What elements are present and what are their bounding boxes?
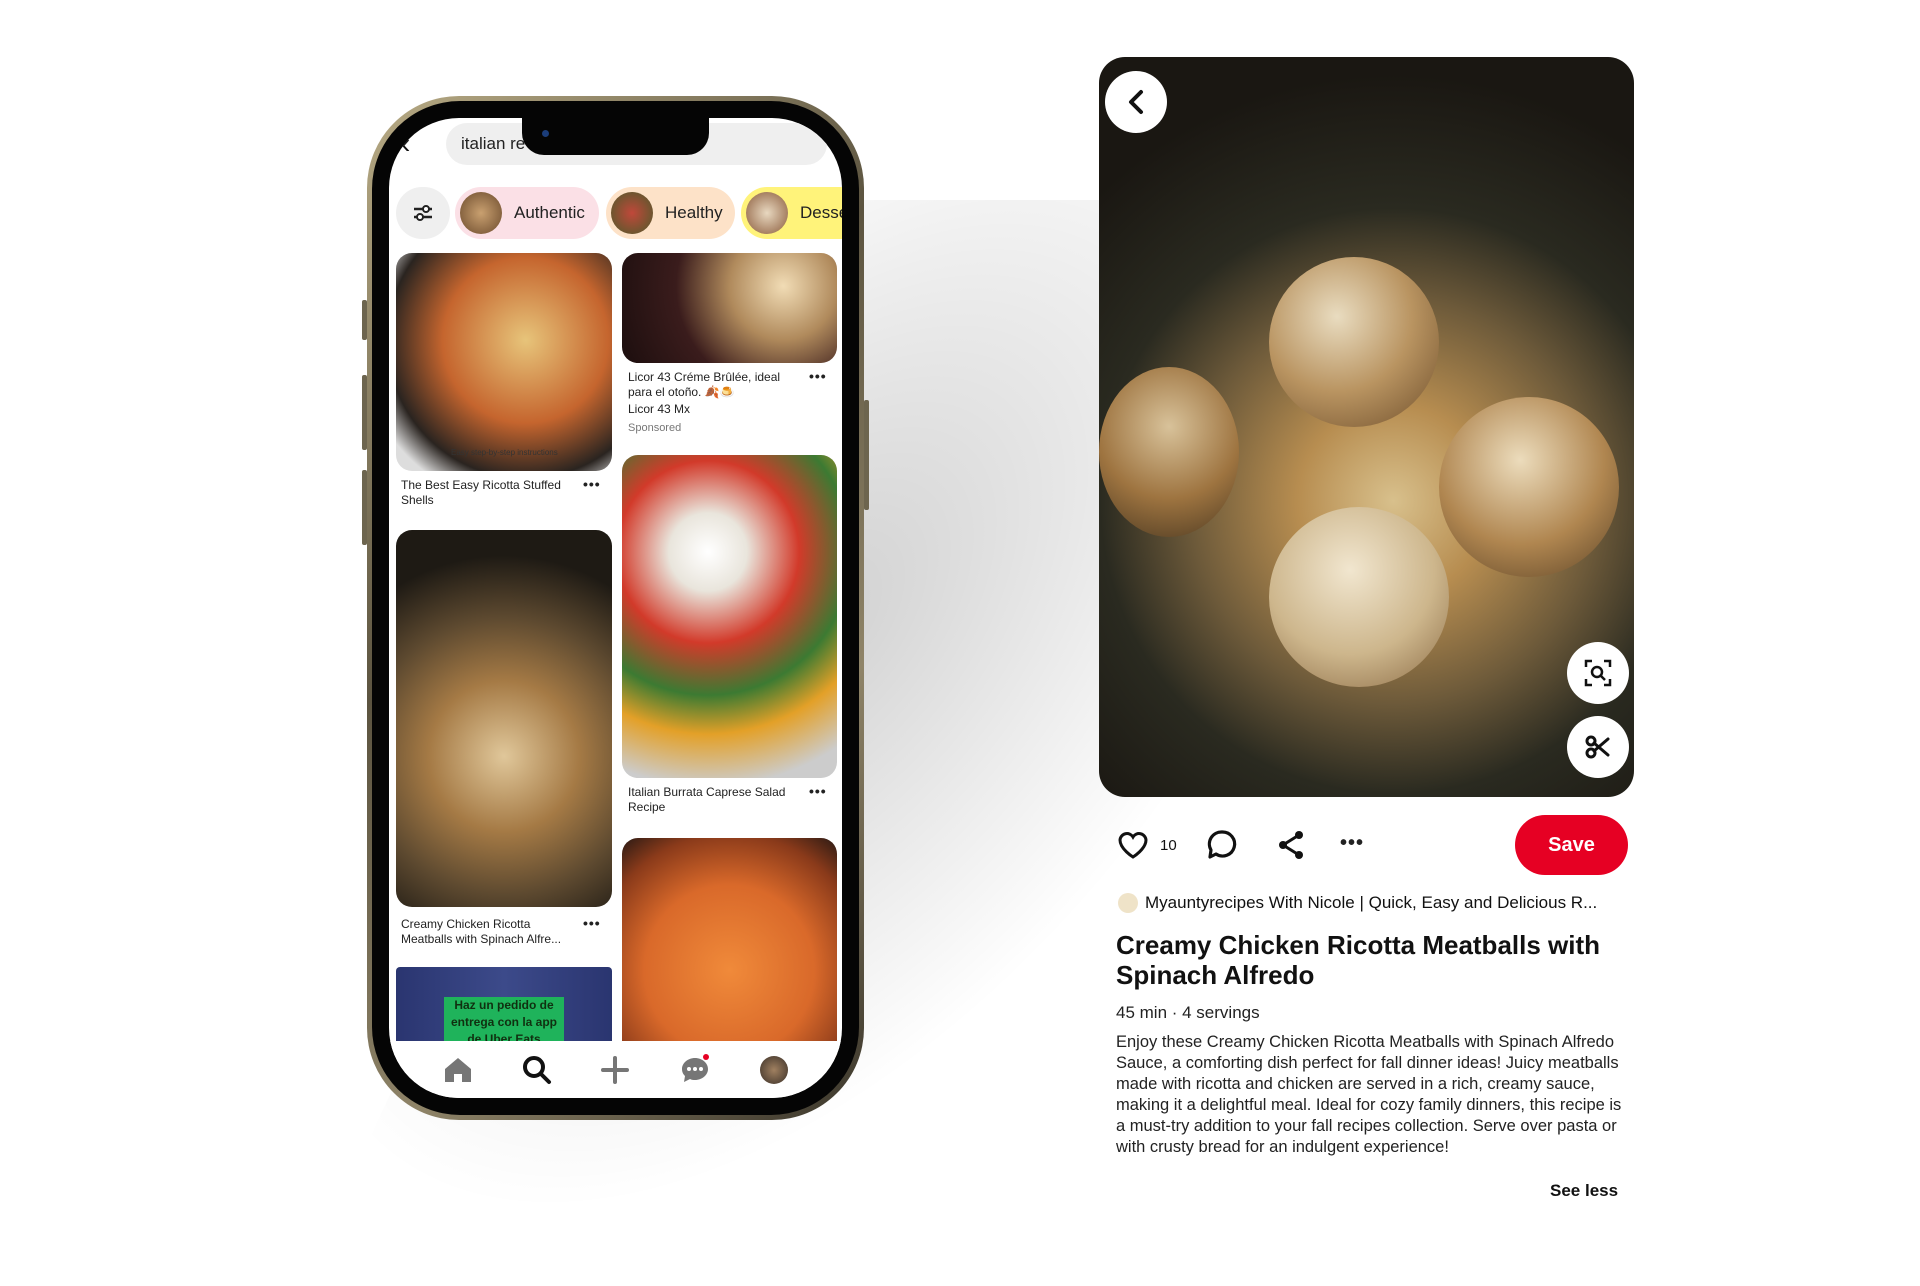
pin-image-pasta[interactable]: [622, 838, 837, 1058]
pin-image-licor43[interactable]: [622, 253, 837, 363]
meatball: [1439, 397, 1619, 577]
more-icon[interactable]: •••: [809, 368, 827, 384]
chip-label: Authentic: [514, 203, 585, 222]
like-count: 10: [1160, 837, 1177, 854]
pin-title[interactable]: Licor 43 Créme Brûlée, ideal para el oto…: [628, 370, 798, 400]
pin-image-meatballs[interactable]: [396, 530, 612, 907]
sponsored-badge: Sponsored: [628, 422, 682, 434]
more-icon[interactable]: •••: [809, 783, 827, 799]
meatball: [1269, 507, 1449, 687]
chip-dessert[interactable]: Desse: [741, 187, 842, 239]
bottom-nav: [389, 1041, 842, 1098]
chip-label: Healthy: [665, 203, 723, 222]
plus-icon[interactable]: [600, 1055, 630, 1085]
chip-thumbnail: [611, 192, 653, 234]
recipe-meta: 45 min · 4 servings: [1116, 1003, 1260, 1022]
phone-screen: italian re ‹ Authentic Healthy Desse Eas…: [389, 118, 842, 1098]
home-icon[interactable]: [443, 1056, 473, 1084]
lens-icon: [1584, 659, 1612, 687]
search-icon[interactable]: [522, 1055, 552, 1085]
more-options-icon[interactable]: •••: [1340, 832, 1364, 855]
scissors-icon: [1585, 735, 1610, 759]
filter-button[interactable]: [396, 187, 450, 239]
see-less-link[interactable]: See less: [1550, 1181, 1618, 1201]
pin-title[interactable]: The Best Easy Ricotta Stuffed Shells: [401, 478, 561, 508]
pin-source[interactable]: Licor 43 Mx: [628, 402, 690, 417]
image-overlay-text: Easy step-by-step instructions: [451, 448, 558, 457]
chip-label: Desse: [800, 203, 842, 222]
ad-text: Haz un pedido de entrega con la app de U…: [444, 997, 564, 1041]
camera-icon: [542, 130, 549, 137]
chip-authentic[interactable]: Authentic: [455, 187, 599, 239]
cutout-button[interactable]: [1567, 716, 1629, 778]
pin-image-caprese[interactable]: [622, 455, 837, 778]
back-button[interactable]: [1105, 71, 1167, 133]
pin-title[interactable]: Italian Burrata Caprese Salad Recipe: [628, 785, 788, 815]
heart-icon[interactable]: [1117, 830, 1149, 860]
author-name[interactable]: Myauntyrecipes With Nicole | Quick, Easy…: [1145, 893, 1597, 913]
more-icon[interactable]: •••: [583, 915, 601, 931]
phone-button: [864, 400, 869, 510]
phone-button: [362, 375, 367, 450]
sliders-icon: [414, 205, 432, 221]
ad-pin-uber-eats[interactable]: Haz un pedido de entrega con la app de U…: [396, 967, 612, 1041]
pin-title[interactable]: Creamy Chicken Ricotta Meatballs with Sp…: [401, 917, 576, 947]
meatball: [1269, 257, 1439, 427]
phone-button: [362, 300, 367, 340]
pin-image-stuffed-shells[interactable]: Easy step-by-step instructions: [396, 253, 612, 471]
chip-healthy[interactable]: Healthy: [606, 187, 735, 239]
visual-search-button[interactable]: [1567, 642, 1629, 704]
comment-icon[interactable]: [1206, 829, 1238, 861]
chip-thumbnail: [746, 192, 788, 234]
pin-closeup-image: [1099, 57, 1634, 797]
dynamic-island: [522, 118, 709, 155]
back-arrow-icon[interactable]: ‹: [401, 128, 410, 160]
profile-avatar[interactable]: [759, 1055, 788, 1084]
phone-button: [362, 470, 367, 545]
save-button[interactable]: Save: [1515, 815, 1628, 875]
pin-description: Enjoy these Creamy Chicken Ricotta Meatb…: [1116, 1033, 1622, 1156]
meatball: [1099, 367, 1239, 537]
more-icon[interactable]: •••: [583, 476, 601, 492]
chip-thumbnail: [460, 192, 502, 234]
chat-icon[interactable]: [679, 1053, 711, 1086]
chevron-left-icon: [1129, 90, 1143, 114]
author-avatar[interactable]: [1118, 893, 1138, 913]
share-icon[interactable]: [1276, 829, 1306, 861]
pin-title: Creamy Chicken Ricotta Meatballs with Sp…: [1116, 930, 1601, 990]
